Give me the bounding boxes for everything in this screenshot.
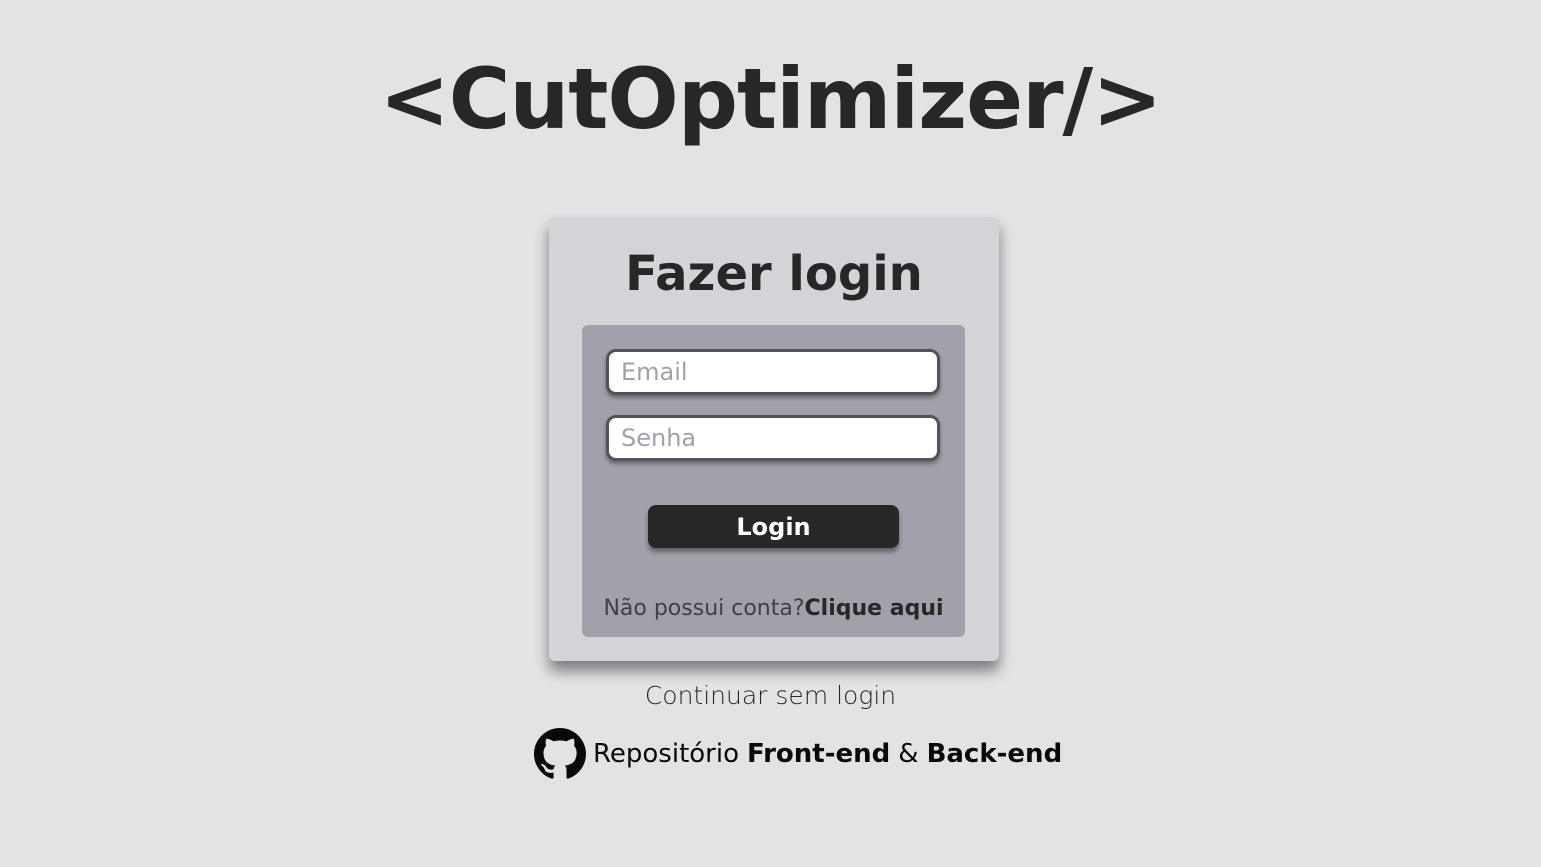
app-title: <CutOptimizer/> [379,50,1162,148]
continue-without-login-link[interactable]: Continuar sem login [0,678,1541,714]
password-input[interactable] [606,415,940,461]
email-input[interactable] [606,349,940,395]
backend-repo-link[interactable]: Back-end [927,739,1063,769]
github-icon[interactable] [534,728,586,780]
repository-label: Repositório [593,739,739,769]
signup-link[interactable]: Clique aqui [805,596,944,621]
frontend-repo-link[interactable]: Front-end [747,739,890,769]
signup-prompt: Não possui conta?Clique aqui [582,593,965,625]
login-card: Fazer login Login Não possui conta?Cliqu… [549,217,999,661]
repo-separator: & [898,739,919,769]
login-page: <CutOptimizer/> Fazer login Login Não po… [0,0,1541,867]
no-account-text: Não possui conta? [603,596,805,621]
login-button[interactable]: Login [648,505,899,548]
repository-links: Repositório Front-end & Back-end [534,728,1062,780]
login-title: Fazer login [625,246,923,302]
login-form: Login Não possui conta?Clique aqui [582,325,965,637]
